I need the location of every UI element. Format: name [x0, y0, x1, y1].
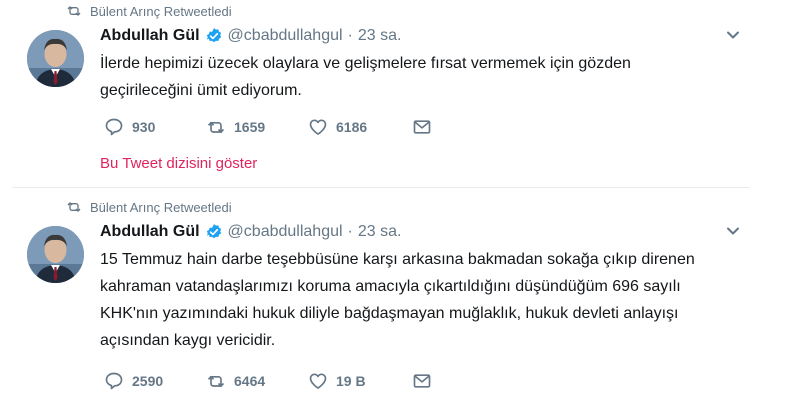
- show-thread-link[interactable]: Bu Tweet dizisini göster: [100, 155, 257, 172]
- retweet-context: Bülent Arınç Retweetledi: [66, 198, 232, 216]
- tweet[interactable]: Bülent Arınç Retweetledi Abdullah Gül @c…: [0, 196, 800, 400]
- tweet-actions: 930 1659 6186: [104, 115, 432, 139]
- tweet-header: Abdullah Gül @cbabdullahgul · 23 sa.: [100, 221, 401, 243]
- retweet-icon: [67, 6, 81, 16]
- tweet-timestamp[interactable]: 23 sa.: [358, 27, 402, 45]
- envelope-icon: [413, 374, 431, 388]
- retweet-context: Bülent Arınç Retweetledi: [66, 2, 232, 20]
- author-handle[interactable]: @cbabdullahgul: [228, 27, 343, 45]
- tweet-text: İlerde hepimizi üzecek olaylara ve geliş…: [100, 55, 631, 99]
- retweet-icon: [67, 202, 81, 212]
- like-count: 6186: [336, 119, 368, 135]
- retweet-count: 1659: [234, 119, 266, 135]
- reply-button[interactable]: 930: [104, 117, 206, 137]
- avatar[interactable]: [27, 226, 84, 283]
- tweet-actions: 2590 6464 19 B: [104, 369, 432, 393]
- reply-count: 930: [132, 119, 156, 135]
- author-handle[interactable]: @cbabdullahgul: [228, 223, 343, 241]
- retweet-context-label: Bülent Arınç Retweetledi: [90, 3, 232, 19]
- verified-badge-icon: [206, 28, 221, 43]
- tweet[interactable]: Bülent Arınç Retweetledi Abdullah Gül @c…: [0, 0, 800, 186]
- reply-icon: [105, 118, 123, 136]
- retweet-icon: [207, 121, 225, 134]
- retweet-button[interactable]: 6464: [206, 371, 308, 391]
- author-name[interactable]: Abdullah Gül: [100, 27, 200, 45]
- tweet-timestamp[interactable]: 23 sa.: [358, 223, 402, 241]
- heart-icon: [309, 119, 327, 135]
- avatar[interactable]: [27, 30, 84, 87]
- tweet-divider: [12, 187, 750, 188]
- reply-button[interactable]: 2590: [104, 371, 206, 391]
- retweet-button[interactable]: 1659: [206, 117, 308, 137]
- author-name[interactable]: Abdullah Gül: [100, 223, 200, 241]
- direct-message-button[interactable]: [412, 117, 432, 137]
- chevron-down-icon[interactable]: [726, 28, 740, 42]
- like-button[interactable]: 6186: [308, 117, 412, 137]
- retweet-count: 6464: [234, 373, 266, 389]
- heart-icon: [309, 373, 327, 389]
- verified-badge-icon: [206, 224, 221, 239]
- reply-icon: [105, 372, 123, 390]
- like-count: 19 B: [336, 373, 366, 389]
- header-separator: ·: [347, 223, 353, 240]
- reply-count: 2590: [132, 373, 164, 389]
- chevron-down-icon[interactable]: [726, 224, 740, 238]
- envelope-icon: [413, 120, 431, 134]
- retweet-icon: [207, 375, 225, 388]
- tweet-text: 15 Temmuz hain darbe teşebbüsüne karşı a…: [100, 251, 695, 349]
- like-button[interactable]: 19 B: [308, 371, 412, 391]
- direct-message-button[interactable]: [412, 371, 432, 391]
- header-separator: ·: [347, 27, 353, 44]
- tweet-header: Abdullah Gül @cbabdullahgul · 23 sa.: [100, 25, 401, 47]
- retweet-context-label: Bülent Arınç Retweetledi: [90, 199, 232, 215]
